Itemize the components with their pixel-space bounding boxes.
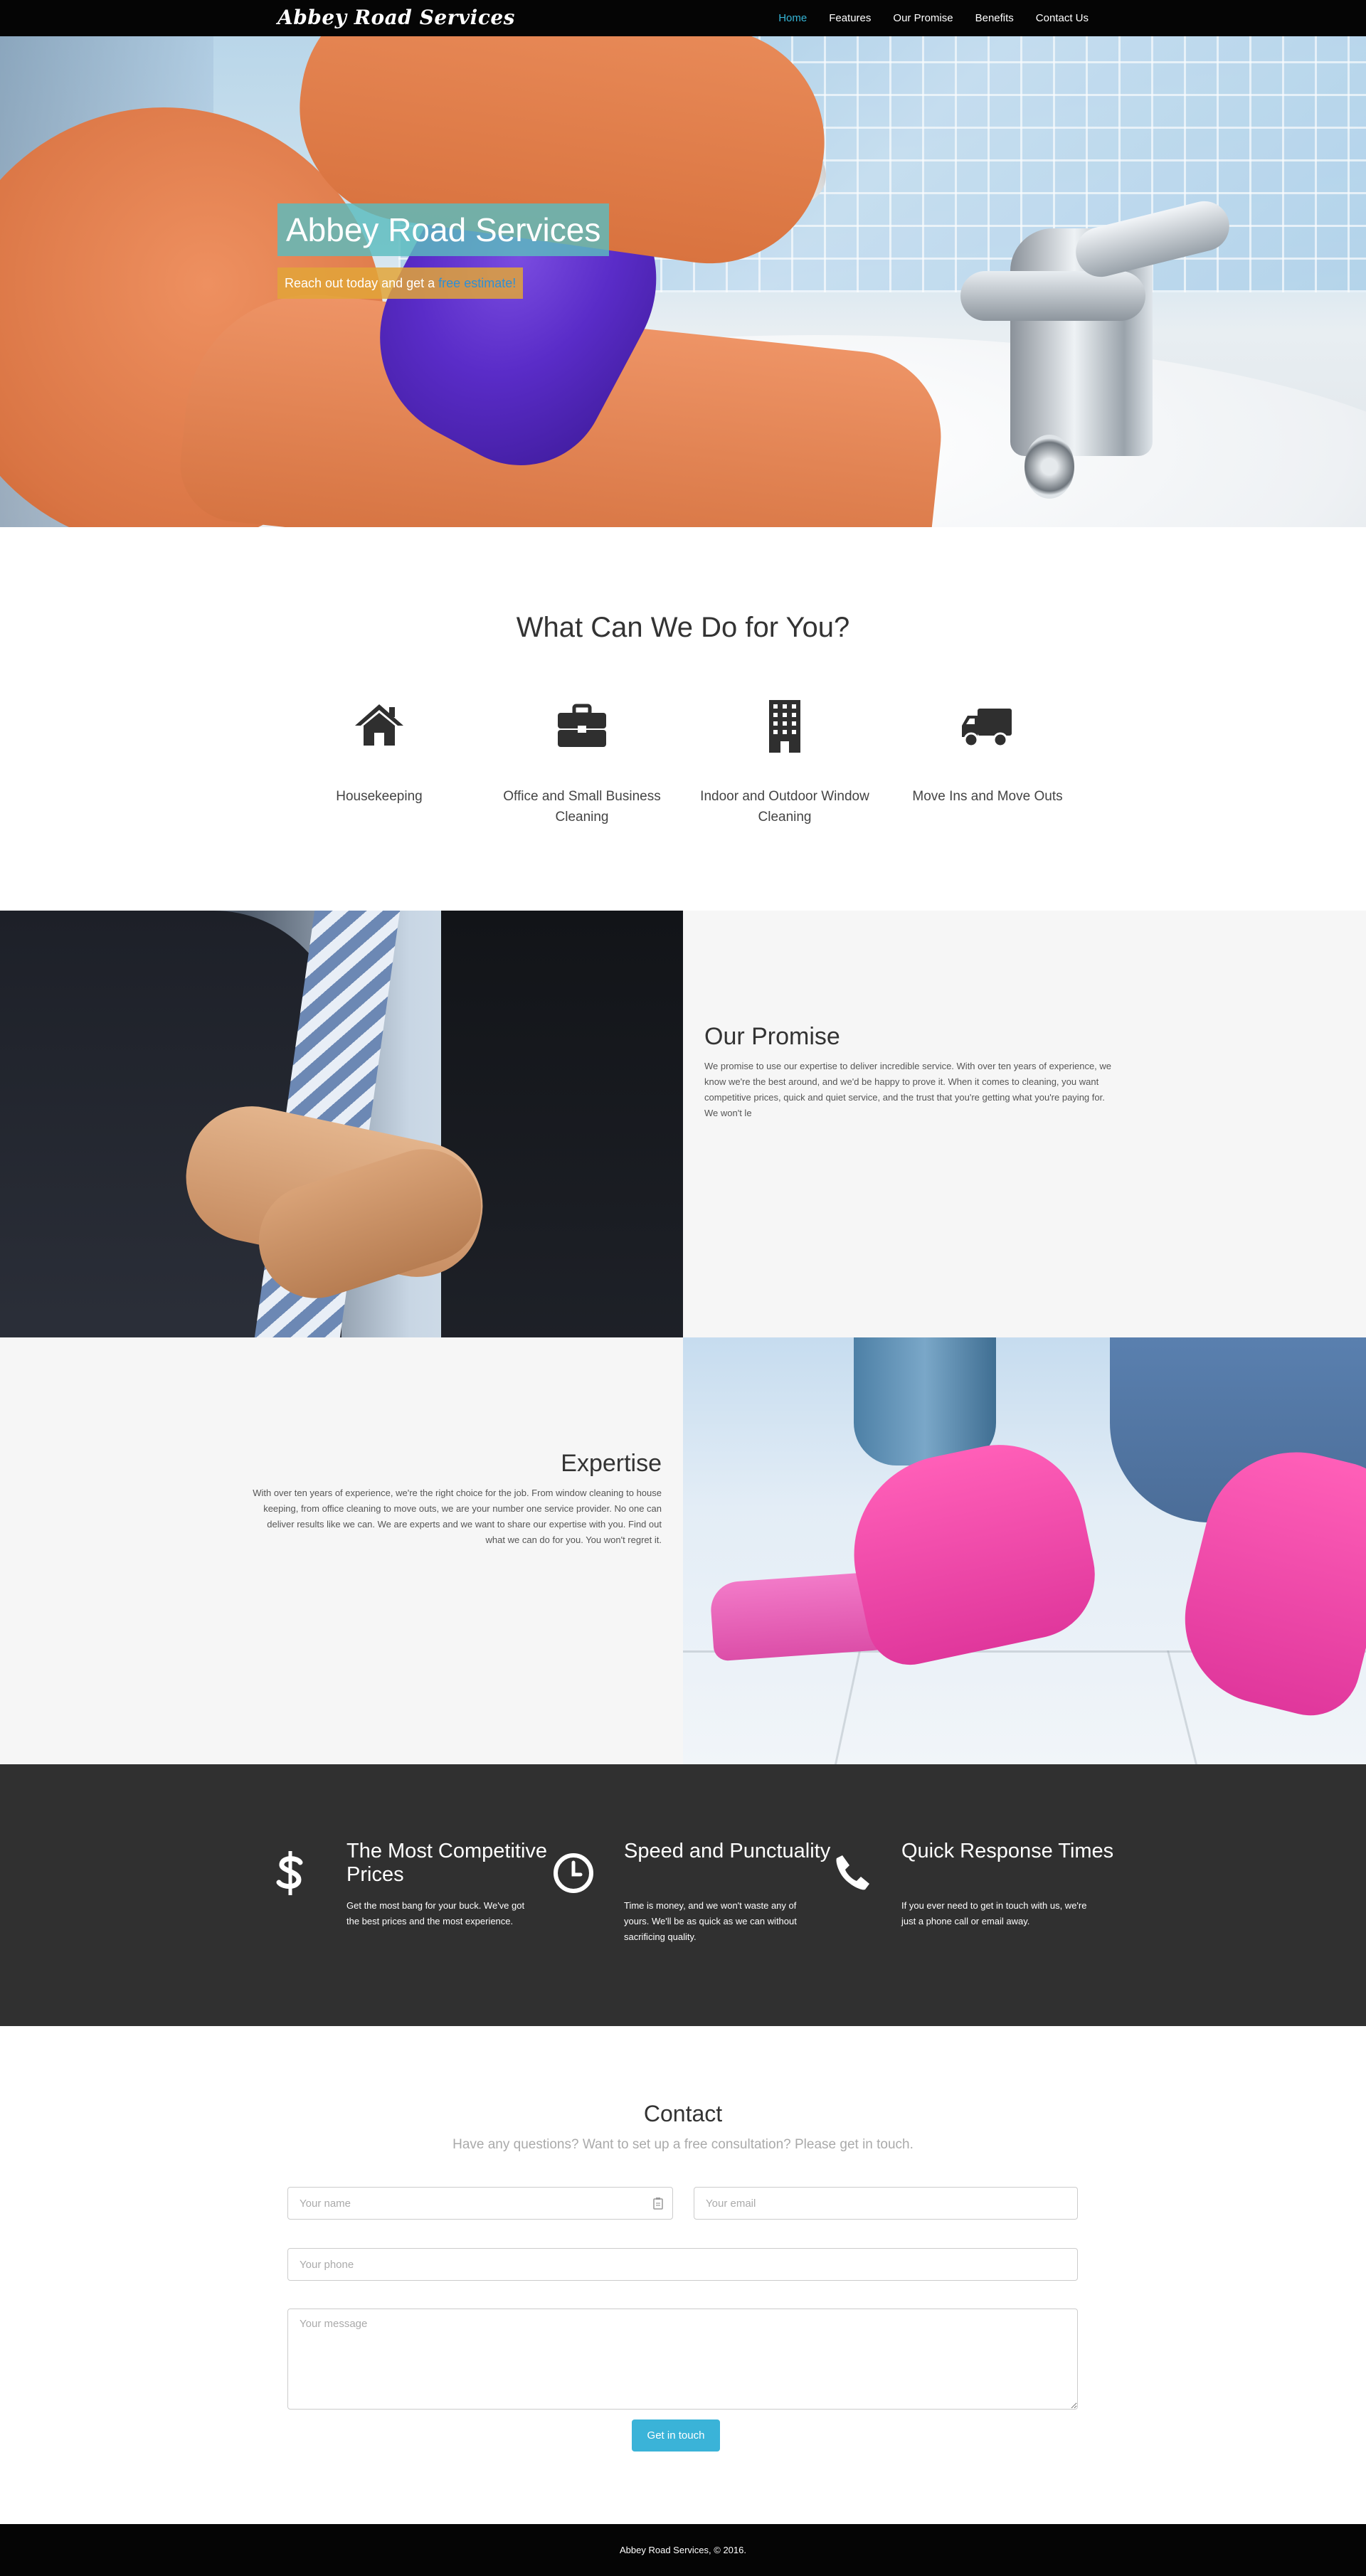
footer-copyright: Abbey Road Services, © 2016. bbox=[620, 2545, 746, 2555]
service-label: Housekeeping bbox=[336, 789, 423, 804]
promise-handshake-image bbox=[0, 911, 683, 1337]
feature-text: Time is money, and we won't waste any of… bbox=[624, 1900, 797, 1942]
feature-title: Speed and Punctuality bbox=[624, 1840, 831, 1862]
hero-banner bbox=[0, 36, 1366, 527]
service-label: Move Ins and Move Outs bbox=[912, 789, 1063, 804]
truck-icon bbox=[962, 709, 1012, 748]
feature-text: If you ever need to get in touch with us… bbox=[901, 1900, 1087, 1926]
nav-link-our-promise[interactable]: Our Promise bbox=[893, 12, 953, 24]
promise-text: We promise to use our expertise to deliv… bbox=[704, 1061, 1112, 1118]
name-field[interactable] bbox=[287, 2187, 673, 2220]
promise-panel bbox=[683, 911, 1366, 1337]
contact-subtitle: Have any questions? Want to set up a fre… bbox=[452, 2137, 914, 2152]
hero-subtitle: Reach out today and get a free estimate! bbox=[277, 267, 524, 299]
service-housekeeping: Housekeeping bbox=[290, 697, 468, 807]
services-title: What Can We Do for You? bbox=[516, 612, 850, 643]
expertise-title: Expertise bbox=[561, 1450, 662, 1477]
briefcase-icon bbox=[558, 704, 606, 747]
brand-logo[interactable]: Abbey Road Services bbox=[277, 6, 515, 29]
nav-link-home[interactable]: Home bbox=[778, 12, 807, 24]
pink-glove-left bbox=[835, 1429, 1107, 1673]
contact-title: Contact bbox=[643, 2101, 723, 2126]
hero-subtitle-text: Reach out today and get a bbox=[285, 276, 439, 290]
service-label: Office and Small Business Cleaning bbox=[503, 789, 661, 825]
clock-icon bbox=[554, 1853, 593, 1893]
expertise-cleaning-image bbox=[683, 1337, 1366, 1764]
floor-tile-line bbox=[1167, 1650, 1197, 1764]
expertise-text: With over ten years of experience, we're… bbox=[253, 1488, 662, 1545]
email-field[interactable] bbox=[694, 2187, 1078, 2220]
handshake-suit-right bbox=[441, 911, 683, 1337]
nav-link-contact-us[interactable]: Contact Us bbox=[1036, 12, 1089, 24]
nav-link-benefits[interactable]: Benefits bbox=[975, 12, 1014, 24]
service-move-ins: Move Ins and Move Outs bbox=[899, 697, 1076, 807]
floor-tile-line bbox=[834, 1650, 862, 1764]
hero-faucet-spout bbox=[960, 271, 1145, 321]
dollar-icon bbox=[276, 1851, 303, 1895]
service-label: Indoor and Outdoor Window Cleaning bbox=[700, 789, 869, 825]
get-in-touch-button[interactable]: Get in touch bbox=[632, 2419, 720, 2452]
hero-title: Abbey Road Services bbox=[277, 203, 610, 256]
feature-text: Get the most bang for your buck. We've g… bbox=[346, 1900, 525, 1926]
feature-title: Quick Response Times bbox=[901, 1840, 1114, 1862]
features-band bbox=[0, 1764, 1366, 2026]
autofill-contact-icon[interactable] bbox=[653, 2197, 663, 2210]
expertise-panel bbox=[0, 1337, 683, 1764]
building-icon bbox=[769, 700, 800, 753]
phone-field[interactable] bbox=[287, 2248, 1078, 2281]
message-field[interactable] bbox=[287, 2309, 1078, 2410]
nav-links: Home Features Our Promise Benefits Conta… bbox=[778, 0, 1089, 36]
cleaning-bucket bbox=[854, 1337, 996, 1465]
navbar: Abbey Road Services Home Features Our Pr… bbox=[0, 0, 1366, 36]
footer: Abbey Road Services, © 2016. bbox=[0, 2524, 1366, 2576]
feature-title: The Most Competitive Prices bbox=[346, 1840, 548, 1886]
phone-icon bbox=[836, 1855, 869, 1890]
service-office-cleaning: Office and Small Business Cleaning bbox=[493, 697, 671, 827]
free-estimate-link[interactable]: free estimate! bbox=[438, 276, 516, 290]
nav-link-features[interactable]: Features bbox=[829, 12, 871, 24]
house-icon bbox=[355, 704, 403, 746]
hero-drain bbox=[1024, 435, 1074, 499]
service-window-cleaning: Indoor and Outdoor Window Cleaning bbox=[696, 697, 874, 827]
promise-title: Our Promise bbox=[704, 1023, 840, 1050]
